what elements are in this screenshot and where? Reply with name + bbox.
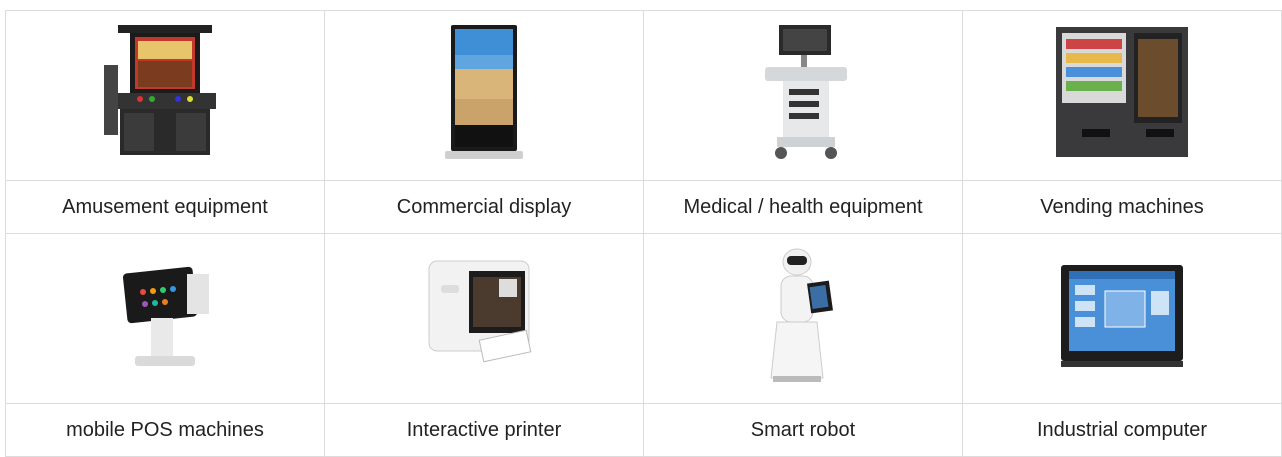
- label-row-2: mobile POS machines Interactive printer …: [5, 403, 1282, 457]
- category-label: Interactive printer: [324, 403, 644, 457]
- cell-robot-image: [643, 233, 963, 404]
- category-label: Amusement equipment: [5, 180, 325, 234]
- image-row-2: [5, 233, 1282, 404]
- cell-printer-image: [324, 233, 644, 404]
- cell-amusement-image: [5, 10, 325, 181]
- arcade-cabinet-icon: [100, 23, 230, 163]
- ultrasound-cart-icon: [743, 23, 863, 163]
- cell-medical-image: [643, 10, 963, 181]
- category-label: Vending machines: [962, 180, 1282, 234]
- category-table: Amusement equipment Commercial display M…: [5, 10, 1282, 457]
- cell-vending-image: [962, 10, 1282, 181]
- category-label: Smart robot: [643, 403, 963, 457]
- cell-commercial-image: [324, 10, 644, 181]
- photo-printer-icon: [419, 251, 549, 381]
- floor-standing-display-icon: [439, 23, 529, 163]
- vending-machine-icon: [1052, 23, 1192, 163]
- pos-terminal-icon: [105, 256, 225, 376]
- industrial-panel-pc-icon: [1057, 261, 1187, 371]
- cell-pos-image: [5, 233, 325, 404]
- cell-industrial-image: [962, 233, 1282, 404]
- category-label: Industrial computer: [962, 403, 1282, 457]
- category-label: mobile POS machines: [5, 403, 325, 457]
- product-category-grid: Amusement equipment Commercial display M…: [0, 0, 1282, 457]
- category-label: Medical / health equipment: [643, 180, 963, 234]
- label-row-1: Amusement equipment Commercial display M…: [5, 180, 1282, 234]
- image-row-1: [5, 10, 1282, 181]
- category-label: Commercial display: [324, 180, 644, 234]
- service-robot-icon: [763, 246, 843, 386]
